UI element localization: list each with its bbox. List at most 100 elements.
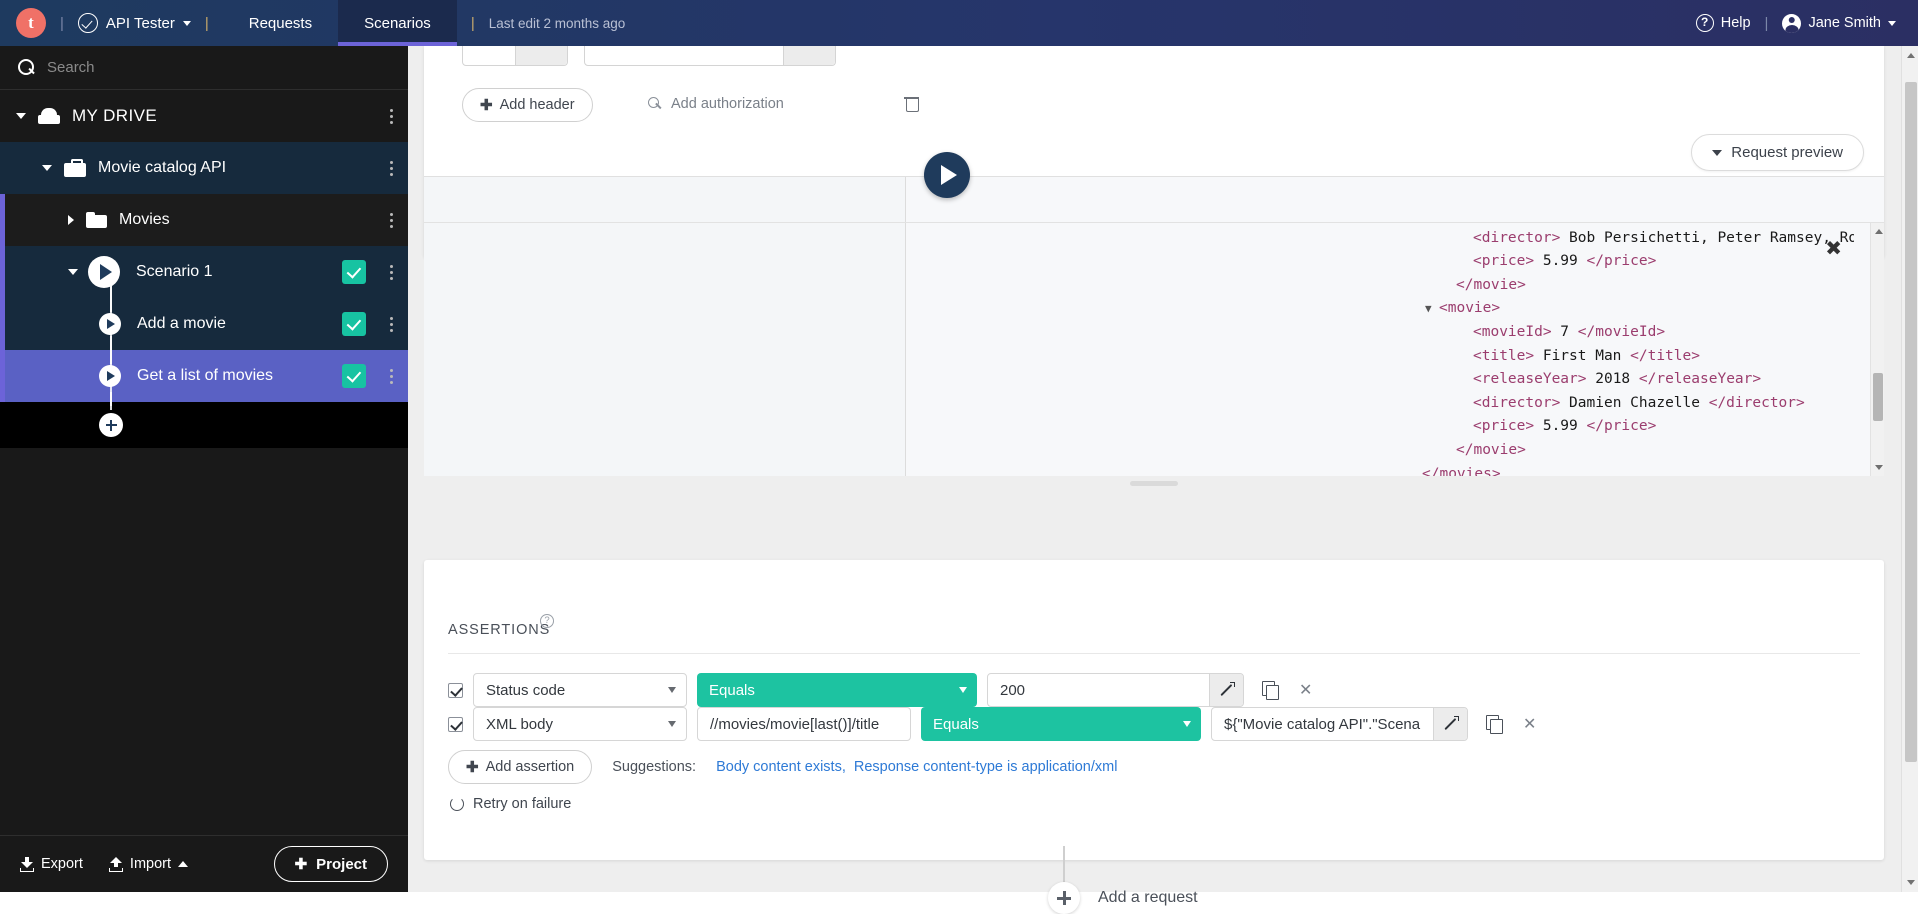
sidebar-add-step-button[interactable] bbox=[0, 392, 408, 448]
chevron-down-icon bbox=[668, 721, 676, 727]
add-authorization-button[interactable]: Add authorization bbox=[648, 96, 784, 112]
xml-tag: <movieId> bbox=[1473, 323, 1552, 340]
response-xml-body[interactable]: releaseYear> 2018 </releaseYear><directo… bbox=[1388, 223, 1854, 476]
scroll-down-arrow-icon[interactable] bbox=[1874, 465, 1883, 470]
import-button[interactable]: Import bbox=[108, 856, 189, 872]
sidebar-item-scenario-1[interactable]: Scenario 1 bbox=[0, 246, 408, 312]
chevron-down-icon bbox=[1888, 20, 1896, 26]
resize-grip[interactable] bbox=[1130, 481, 1178, 486]
retry-on-failure-toggle[interactable]: Retry on failure bbox=[450, 796, 571, 812]
suggestion-body-content-exists[interactable]: Body content exists, bbox=[716, 759, 846, 775]
plus-icon[interactable] bbox=[99, 413, 123, 437]
sidebar-item-add-a-movie[interactable]: Add a movie bbox=[0, 284, 408, 364]
chevron-right-icon[interactable] bbox=[68, 215, 74, 225]
sidebar-item-get-a-list-of-movies[interactable]: Get a list of movies bbox=[0, 336, 408, 410]
app-logo[interactable]: t bbox=[16, 8, 46, 38]
chevron-down-icon bbox=[182, 20, 191, 26]
magic-wand-icon[interactable] bbox=[1209, 674, 1243, 706]
magic-wand-icon[interactable] bbox=[1433, 708, 1467, 740]
chevron-down-icon[interactable] bbox=[68, 269, 78, 275]
play-icon[interactable] bbox=[88, 256, 120, 288]
fold-triangle-icon[interactable]: ▼ bbox=[1425, 297, 1432, 321]
row-menu-icon[interactable] bbox=[382, 108, 400, 124]
page-scrollbar-thumb[interactable] bbox=[1904, 82, 1917, 762]
export-button[interactable]: Export bbox=[20, 856, 83, 872]
response-left-pane[interactable] bbox=[424, 223, 906, 476]
assertion-operator-select[interactable]: Equals bbox=[697, 673, 977, 707]
delete-icon[interactable] bbox=[904, 94, 919, 112]
row-menu-icon[interactable] bbox=[382, 368, 400, 384]
chevron-down-icon bbox=[1183, 721, 1191, 727]
assertion-enabled-checkbox[interactable] bbox=[448, 682, 463, 698]
search-row[interactable] bbox=[0, 46, 408, 90]
user-menu[interactable]: Jane Smith bbox=[1782, 13, 1896, 33]
page-scrollbar[interactable] bbox=[1901, 46, 1918, 892]
duplicate-icon[interactable] bbox=[1262, 681, 1279, 700]
suggestion-response-content-type[interactable]: Response content-type is application/xml bbox=[854, 759, 1118, 775]
add-assertion-button[interactable]: ✚ Add assertion bbox=[448, 750, 593, 784]
sidebar-item-movies[interactable]: Movies bbox=[0, 194, 408, 246]
chevron-down-icon[interactable] bbox=[42, 165, 52, 171]
row-menu-icon[interactable] bbox=[382, 212, 400, 228]
scroll-up-arrow-icon[interactable] bbox=[1906, 53, 1915, 58]
run-request-button[interactable] bbox=[924, 152, 970, 198]
assertion-path-input[interactable] bbox=[698, 715, 910, 733]
help-button[interactable]: ? Help bbox=[1695, 14, 1751, 32]
response-right-pane[interactable]: releaseYear> 2018 </releaseYear><directo… bbox=[906, 223, 1884, 476]
remove-assertion-icon[interactable]: ✕ bbox=[1299, 682, 1312, 698]
suggestions-label: Suggestions: bbox=[612, 759, 697, 775]
assertion-value-field[interactable] bbox=[1211, 707, 1468, 741]
add-project-button[interactable]: ✚ Project bbox=[273, 846, 388, 882]
sidebar-item-movie-catalog-api[interactable]: Movie catalog API bbox=[0, 142, 408, 194]
xml-tag: </price> bbox=[1586, 253, 1657, 270]
selection-bar bbox=[0, 350, 5, 402]
row-menu-icon[interactable] bbox=[382, 316, 400, 332]
tab-scenarios[interactable]: Scenarios bbox=[338, 0, 457, 46]
duplicate-icon[interactable] bbox=[1486, 715, 1503, 734]
play-icon[interactable] bbox=[99, 313, 121, 335]
assertion-row: XML body Equals ✕ bbox=[448, 707, 1860, 741]
plus-icon bbox=[1048, 882, 1080, 914]
assertion-value-input[interactable] bbox=[988, 681, 1209, 699]
help-icon[interactable]: ? bbox=[540, 614, 554, 628]
assertion-operator-select[interactable]: Equals bbox=[921, 707, 1201, 741]
scroll-up-arrow-icon[interactable] bbox=[1874, 229, 1883, 234]
response-body-card: releaseYear> 2018 </releaseYear><directo… bbox=[424, 222, 1884, 486]
plus-icon: ✚ bbox=[480, 97, 493, 114]
product-menu[interactable]: API Tester bbox=[77, 13, 191, 33]
xml-tag: <director> bbox=[1473, 394, 1561, 411]
xml-tag: </title> bbox=[1630, 347, 1700, 364]
row-menu-icon[interactable] bbox=[382, 264, 400, 280]
plus-icon: ✚ bbox=[466, 759, 479, 776]
request-preview-button[interactable]: Request preview bbox=[1691, 134, 1864, 171]
close-icon[interactable]: ✖ bbox=[1825, 238, 1842, 258]
row-menu-icon[interactable] bbox=[382, 160, 400, 176]
add-request-button[interactable]: Add a request bbox=[1048, 882, 1198, 914]
selection-bar bbox=[0, 246, 5, 298]
assertion-value-field[interactable] bbox=[987, 673, 1244, 707]
scrollbar-thumb[interactable] bbox=[1873, 373, 1883, 421]
scroll-down-arrow-icon[interactable] bbox=[1906, 880, 1915, 885]
chevron-down-icon bbox=[959, 687, 967, 693]
assertion-source-select[interactable]: Status code bbox=[473, 673, 687, 707]
tab-requests[interactable]: Requests bbox=[223, 0, 338, 46]
xml-tag: </movie> bbox=[1456, 441, 1526, 458]
main-content: ✚ Add header Add authorization Request p… bbox=[408, 32, 1918, 914]
xml-tag: <director> bbox=[1473, 229, 1561, 246]
search-input[interactable] bbox=[47, 59, 307, 76]
xml-tag: <movie> bbox=[1439, 300, 1501, 317]
sidebar-item-my-drive[interactable]: MY DRIVE bbox=[0, 90, 408, 142]
assertion-path-field[interactable] bbox=[697, 707, 911, 741]
upload-icon bbox=[108, 856, 123, 872]
assertion-source-select[interactable]: XML body bbox=[473, 707, 687, 741]
assertion-enabled-checkbox[interactable] bbox=[448, 716, 463, 732]
remove-assertion-icon[interactable]: ✕ bbox=[1523, 716, 1536, 732]
assertion-value-input[interactable] bbox=[1212, 715, 1433, 733]
add-header-button[interactable]: ✚ Add header bbox=[462, 88, 593, 122]
sidebar-item-label: Get a list of movies bbox=[137, 367, 274, 384]
play-icon[interactable] bbox=[99, 365, 121, 387]
response-scrollbar[interactable] bbox=[1870, 223, 1884, 476]
chevron-down-icon[interactable] bbox=[16, 113, 26, 119]
sidebar-footer: Export Import ✚ Project bbox=[0, 835, 408, 892]
add-authorization-label: Add authorization bbox=[671, 96, 784, 112]
